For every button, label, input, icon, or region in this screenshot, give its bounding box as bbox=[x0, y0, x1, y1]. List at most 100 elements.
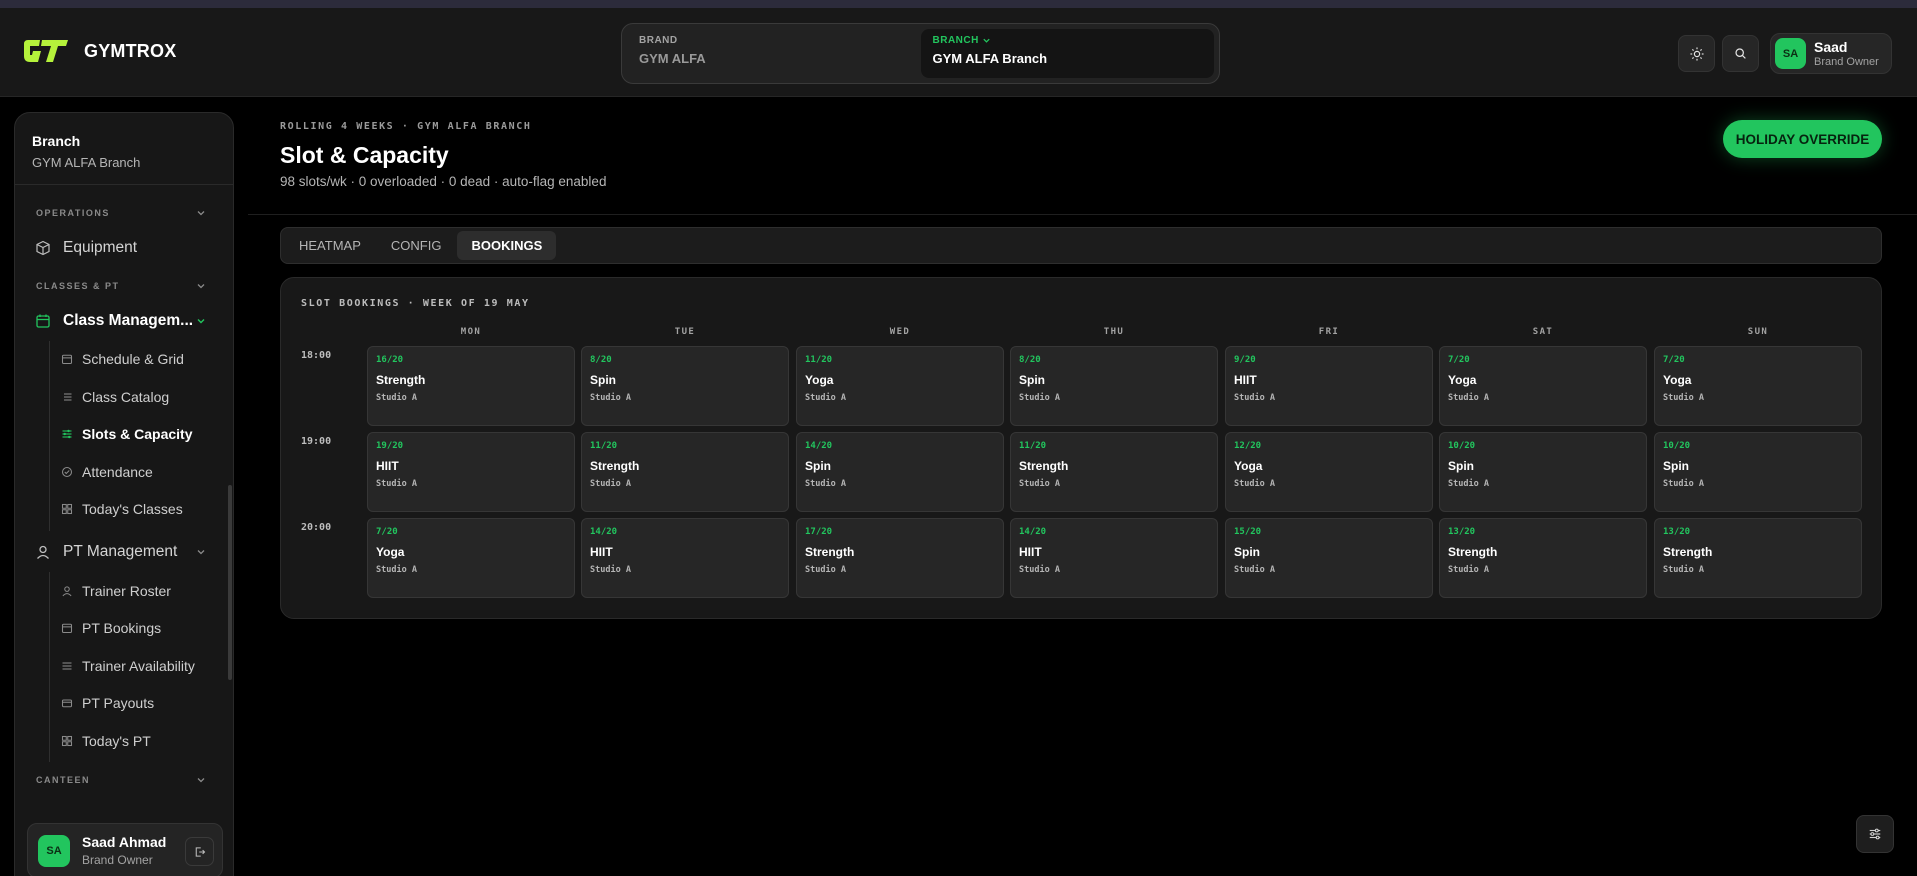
slot-card[interactable]: 16/20 Strength Studio A bbox=[367, 346, 575, 426]
chevron-down-icon[interactable] bbox=[196, 316, 206, 326]
slot-capacity: 7/20 bbox=[1448, 355, 1470, 365]
theme-toggle-button[interactable] bbox=[1678, 35, 1715, 72]
sidebar-item-label: PT Payouts bbox=[82, 695, 155, 711]
sidebar-item-schedule-grid[interactable]: Schedule & Grid bbox=[61, 351, 184, 367]
slot-card[interactable]: 13/20 Strength Studio A bbox=[1654, 518, 1862, 598]
submenu-rail bbox=[49, 341, 50, 531]
slot-capacity: 9/20 bbox=[1234, 355, 1256, 365]
branch-selector[interactable]: BRANCH GYM ALFA Branch bbox=[920, 29, 1214, 78]
slot-class-name: Spin bbox=[1448, 459, 1474, 473]
sidebar-item-pt-payouts[interactable]: PT Payouts bbox=[61, 695, 154, 711]
slot-capacity: 8/20 bbox=[1019, 355, 1041, 365]
divider bbox=[248, 214, 1917, 215]
calendar-icon bbox=[36, 314, 50, 328]
slot-room: Studio A bbox=[1019, 393, 1060, 403]
slot-card[interactable]: 12/20 Yoga Studio A bbox=[1225, 432, 1433, 512]
sidebar-item-pt-management[interactable]: PT Management bbox=[35, 543, 177, 561]
sidebar-item-trainer-availability[interactable]: Trainer Availability bbox=[61, 658, 195, 674]
slot-card[interactable]: 8/20 Spin Studio A bbox=[1010, 346, 1218, 426]
sidebar-item-slots-capacity[interactable]: Slots & Capacity bbox=[61, 426, 192, 442]
logout-button[interactable] bbox=[185, 837, 214, 866]
slot-room: Studio A bbox=[1019, 565, 1060, 575]
sidebar-item-todays-pt[interactable]: Today's PT bbox=[61, 733, 151, 749]
chevron-down-icon[interactable] bbox=[196, 775, 206, 785]
branch-value: GYM ALFA Branch bbox=[932, 51, 1048, 66]
sidebar-item-trainer-roster[interactable]: Trainer Roster bbox=[61, 583, 171, 599]
user-icon bbox=[62, 586, 72, 597]
slot-capacity: 11/20 bbox=[1019, 441, 1047, 451]
slot-card[interactable]: 14/20 HIIT Studio A bbox=[581, 518, 789, 598]
sidebar-item-equipment[interactable]: Equipment bbox=[35, 239, 137, 257]
slot-card[interactable]: 10/20 Spin Studio A bbox=[1654, 432, 1862, 512]
sidebar-user-role: Brand Owner bbox=[82, 853, 153, 867]
sidebar-item-attendance[interactable]: Attendance bbox=[61, 464, 153, 480]
tab-bookings[interactable]: BOOKINGS bbox=[457, 231, 557, 260]
check-circle-icon bbox=[61, 466, 73, 478]
section-canteen[interactable]: CANTEEN bbox=[36, 775, 90, 785]
slot-class-name: Strength bbox=[590, 459, 640, 473]
slot-card[interactable]: 13/20 Strength Studio A bbox=[1439, 518, 1647, 598]
sidebar: Branch GYM ALFA Branch OPERATIONS Equipm… bbox=[14, 112, 234, 876]
slot-card[interactable]: 8/20 Spin Studio A bbox=[581, 346, 789, 426]
sliders-icon bbox=[1869, 828, 1881, 840]
grid-icon bbox=[61, 735, 73, 747]
sidebar-item-todays-classes[interactable]: Today's Classes bbox=[61, 501, 183, 517]
slot-card[interactable]: 9/20 HIIT Studio A bbox=[1225, 346, 1433, 426]
sidebar-user-info: Saad Ahmad Brand Owner bbox=[82, 834, 166, 867]
slot-class-name: Spin bbox=[805, 459, 831, 473]
day-header: SAT bbox=[1532, 327, 1554, 337]
slot-class-name: Spin bbox=[1019, 373, 1045, 387]
sidebar-scrollbar[interactable] bbox=[228, 485, 232, 680]
grid-icon bbox=[61, 503, 73, 515]
tab-heatmap[interactable]: HEATMAP bbox=[285, 231, 375, 260]
slot-card[interactable]: 7/20 Yoga Studio A bbox=[1654, 346, 1862, 426]
section-operations[interactable]: OPERATIONS bbox=[36, 208, 110, 218]
slot-card[interactable]: 10/20 Spin Studio A bbox=[1439, 432, 1647, 512]
slot-card[interactable]: 11/20 Yoga Studio A bbox=[796, 346, 1004, 426]
slot-card[interactable]: 11/20 Strength Studio A bbox=[1010, 432, 1218, 512]
slot-class-name: Strength bbox=[1019, 459, 1069, 473]
sidebar-item-pt-bookings[interactable]: PT Bookings bbox=[61, 620, 161, 636]
slot-capacity: 11/20 bbox=[805, 355, 833, 365]
slot-card[interactable]: 7/20 Yoga Studio A bbox=[1439, 346, 1647, 426]
tab-config[interactable]: CONFIG bbox=[377, 231, 456, 260]
logout-icon bbox=[195, 846, 205, 857]
card-title: SLOT BOOKINGS · WEEK OF 19 MAY bbox=[301, 298, 530, 309]
user-menu[interactable]: SA Saad Brand Owner bbox=[1770, 33, 1892, 74]
slot-capacity: 10/20 bbox=[1663, 441, 1691, 451]
slot-card[interactable]: 17/20 Strength Studio A bbox=[796, 518, 1004, 598]
slot-card[interactable]: 15/20 Spin Studio A bbox=[1225, 518, 1433, 598]
search-button[interactable] bbox=[1722, 35, 1759, 72]
slot-capacity: 7/20 bbox=[376, 527, 398, 537]
slot-card[interactable]: 11/20 Strength Studio A bbox=[581, 432, 789, 512]
slot-room: Studio A bbox=[590, 479, 631, 489]
time-label: 18:00 bbox=[301, 350, 332, 361]
slot-class-name: Strength bbox=[805, 545, 855, 559]
settings-fab[interactable] bbox=[1856, 815, 1894, 853]
slot-card[interactable]: 14/20 HIIT Studio A bbox=[1010, 518, 1218, 598]
brand-branch-switcher: BRAND GYM ALFA BRANCH GYM ALFA Branch bbox=[621, 23, 1220, 84]
section-classes-pt[interactable]: CLASSES & PT bbox=[36, 281, 120, 291]
calendar-icon bbox=[61, 623, 73, 634]
day-header: FRI bbox=[1318, 327, 1340, 337]
slot-capacity: 12/20 bbox=[1234, 441, 1262, 451]
slot-card[interactable]: 19/20 HIIT Studio A bbox=[367, 432, 575, 512]
slot-card[interactable]: 7/20 Yoga Studio A bbox=[367, 518, 575, 598]
brand-value: GYM ALFA bbox=[639, 51, 706, 66]
sun-icon bbox=[1689, 46, 1704, 61]
slot-capacity: 14/20 bbox=[1019, 527, 1047, 537]
sidebar-item-class-management[interactable]: Class Managem... bbox=[35, 312, 193, 330]
sliders-icon bbox=[62, 429, 72, 439]
sidebar-item-class-catalog[interactable]: Class Catalog bbox=[61, 389, 169, 405]
chevron-down-icon[interactable] bbox=[196, 208, 206, 218]
chevron-down-icon[interactable] bbox=[196, 547, 206, 557]
chevron-down-icon[interactable] bbox=[196, 281, 206, 291]
app-logo[interactable]: GYMTROX bbox=[22, 36, 176, 66]
brand-selector[interactable]: BRAND GYM ALFA bbox=[627, 29, 921, 78]
sidebar-item-label: PT Management bbox=[63, 543, 178, 560]
slot-card[interactable]: 14/20 Spin Studio A bbox=[796, 432, 1004, 512]
sidebar-item-label: Schedule & Grid bbox=[82, 351, 184, 367]
slot-class-name: Yoga bbox=[376, 545, 405, 559]
holiday-override-button[interactable]: HOLIDAY OVERRIDE bbox=[1723, 120, 1882, 158]
slot-room: Studio A bbox=[1234, 393, 1275, 403]
